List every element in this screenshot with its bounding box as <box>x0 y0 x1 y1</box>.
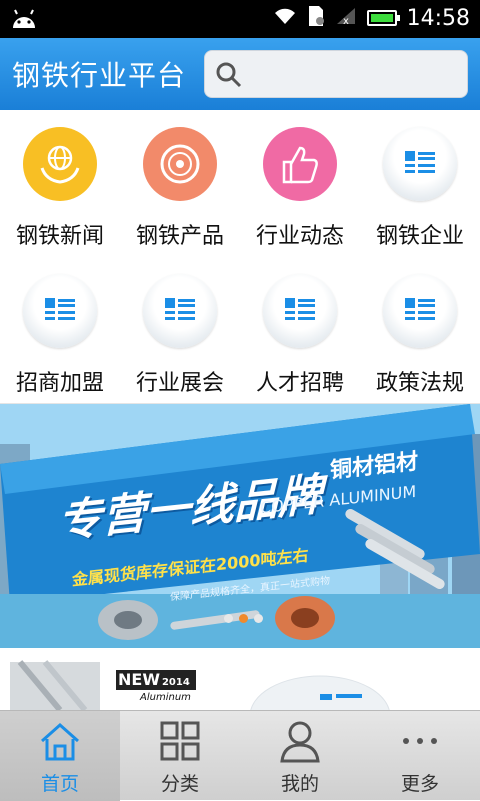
tab-categories[interactable]: 分类 <box>120 711 240 801</box>
more-icon <box>403 738 437 744</box>
list-icon <box>383 274 457 348</box>
android-icon <box>10 8 38 34</box>
tab-label: 更多 <box>400 773 439 795</box>
grid-item-label: 钢铁企业 <box>375 224 464 249</box>
carousel-dots[interactable] <box>224 614 263 623</box>
tab-label: 分类 <box>160 773 199 795</box>
grid-item-label: 人才招聘 <box>255 371 344 396</box>
grid-item-policies[interactable]: 政策法规 <box>360 257 480 404</box>
grid-item-label: 钢铁新闻 <box>15 224 104 249</box>
list-icon <box>263 274 337 348</box>
grid-item-exhibitions[interactable]: 行业展会 <box>120 257 240 404</box>
signal-icon: x <box>335 6 357 30</box>
globe-hands-icon <box>23 127 97 201</box>
tab-label: 我的 <box>280 773 319 795</box>
grid-icon <box>160 721 200 761</box>
home-icon <box>41 722 79 761</box>
app-title: 钢铁行业平台 <box>12 59 187 92</box>
thumbs-up-icon <box>263 127 337 201</box>
list-icon <box>143 274 217 348</box>
grid-item-franchise[interactable]: 招商加盟 <box>0 257 120 404</box>
list-icon <box>23 274 97 348</box>
svg-text:x: x <box>343 16 349 26</box>
grid-item-recruitment[interactable]: 人才招聘 <box>240 257 360 404</box>
grid-item-steel-products[interactable]: 钢铁产品 <box>120 110 240 257</box>
promo-banner[interactable]: 专营一线品牌 铜材铝材 COPPER ALUMINUM 金属现货库存保证在200… <box>0 404 480 648</box>
search-box[interactable] <box>204 50 468 98</box>
grid-item-label: 钢铁产品 <box>135 224 224 249</box>
carousel-dot[interactable] <box>254 614 263 623</box>
status-bar: x 14:58 <box>0 0 480 38</box>
grid-item-industry-news[interactable]: 行业动态 <box>240 110 360 257</box>
app-header: 钢铁行业平台 <box>0 38 480 110</box>
grid-item-label: 招商加盟 <box>15 371 104 396</box>
tab-more[interactable]: 更多 <box>360 711 480 801</box>
status-time: 14:58 <box>406 5 470 31</box>
carousel-dot[interactable] <box>224 614 233 623</box>
grid-item-label: 行业动态 <box>255 224 344 249</box>
grid-item-steel-companies[interactable]: 钢铁企业 <box>360 110 480 257</box>
bottom-tab-bar: 首页 分类 我的 更多 <box>0 710 480 801</box>
promo-strip[interactable]: NEW 2014 Aluminum <box>0 648 480 710</box>
search-icon[interactable] <box>215 61 243 89</box>
promo-badge-text: NEW <box>118 670 160 689</box>
tab-profile[interactable]: 我的 <box>240 711 360 801</box>
tab-label: 首页 <box>40 773 79 795</box>
promo-word: Aluminum <box>140 692 191 703</box>
carousel-dot-active[interactable] <box>239 614 248 623</box>
grid-item-steel-news[interactable]: 钢铁新闻 <box>0 110 120 257</box>
category-grid: 钢铁新闻 钢铁产品 行业动态 钢铁企业 招商加盟 行业展会 人才招聘 政策法规 <box>0 110 480 404</box>
tab-home[interactable]: 首页 <box>0 711 120 801</box>
battery-icon <box>366 10 400 26</box>
disc-icon <box>143 127 217 201</box>
list-icon <box>383 127 457 201</box>
search-input[interactable] <box>249 51 459 97</box>
promo-graphic <box>10 660 390 710</box>
promo-year: 2014 <box>161 677 190 688</box>
wifi-icon <box>273 6 297 30</box>
sim-icon <box>307 5 325 31</box>
user-icon <box>280 721 320 763</box>
promo-badge: NEW 2014 <box>118 670 190 689</box>
grid-item-label: 政策法规 <box>375 371 464 396</box>
grid-item-label: 行业展会 <box>135 371 224 396</box>
